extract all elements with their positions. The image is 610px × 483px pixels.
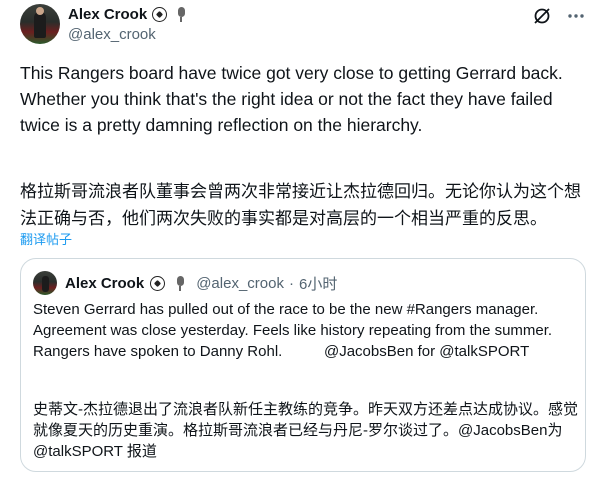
avatar-head: [36, 7, 44, 15]
author-handle[interactable]: @alex_crook: [68, 26, 156, 43]
soccer-ball-icon: [149, 275, 166, 292]
quoted-line: Steven Gerrard has pulled out of the rac…: [33, 301, 539, 318]
author-avatar[interactable]: [20, 4, 60, 44]
tweet-toolbar: [532, 6, 586, 26]
quoted-line: Rangers have spoken to Danny Rohl. @Jaco…: [33, 343, 530, 360]
quoted-tweet-header: Alex Crook @alex_crook · 6小时: [33, 271, 337, 295]
translate-post-link[interactable]: 翻译帖子: [20, 229, 72, 248]
microphone-icon: [172, 6, 189, 23]
quoted-tweet[interactable]: Alex Crook @alex_crook · 6小时 Steven Gerr…: [20, 258, 586, 472]
separator-dot: ·: [288, 274, 294, 292]
soccer-ball-icon: [151, 6, 168, 23]
more-options-icon[interactable]: [566, 6, 586, 26]
tweet-body: This Rangers board have twice got very c…: [20, 63, 563, 135]
quoted-timestamp: 6小时: [298, 275, 338, 293]
quoted-tweet-translation: 史蒂文-杰拉德退出了流浪者队新任主教练的竞争。昨天双方还差点达成协议。感觉就像夏…: [33, 401, 578, 460]
author-name-row: Alex Crook: [68, 6, 189, 23]
tweet-translation: 格拉斯哥流浪者队董事会曾两次非常接近让杰拉德回归。无论你认为这个想法正确与否，他…: [20, 182, 581, 228]
quoted-line: Agreement was close yesterday. Feels lik…: [33, 322, 553, 339]
quoted-tweet-body: Steven Gerrard has pulled out of the rac…: [33, 299, 578, 362]
quoted-author-handle: @alex_crook: [196, 274, 284, 292]
quoted-author-avatar: [33, 271, 57, 295]
grok-icon[interactable]: [532, 6, 552, 26]
author-display-name[interactable]: Alex Crook: [68, 6, 147, 23]
microphone-icon: [171, 275, 188, 292]
avatar-figure: [34, 12, 46, 38]
quoted-author-name: Alex Crook: [65, 274, 145, 292]
